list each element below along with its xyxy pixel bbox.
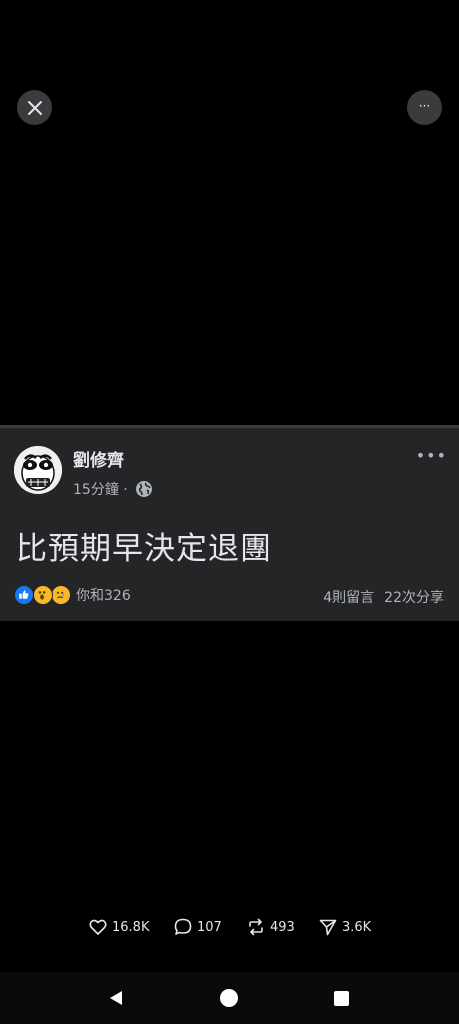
author-name[interactable]: 劉修齊: [73, 446, 124, 471]
globe-icon: [135, 481, 152, 497]
reactions-count: 你和326: [76, 588, 131, 604]
sad-reaction-icon: [51, 585, 71, 605]
system-nav-bar: [0, 972, 459, 1024]
more-icon: ···: [418, 98, 431, 113]
more-options-button[interactable]: ···: [407, 90, 442, 125]
reactions-summary[interactable]: 你和326: [14, 585, 131, 605]
comment-icon: [174, 918, 192, 935]
comment-count: 107: [197, 919, 222, 935]
back-button[interactable]: [104, 986, 128, 1010]
avatar-image: [14, 446, 62, 494]
send-button[interactable]: 3.6K: [318, 917, 371, 937]
home-circle-icon: [220, 989, 238, 1007]
action-bar: 16.8K 107 493 3.6K: [0, 917, 459, 941]
repost-icon: [249, 918, 263, 936]
repost-button[interactable]: 493: [246, 917, 295, 937]
recent-apps-button[interactable]: [329, 986, 353, 1010]
recent-square-icon: [333, 990, 349, 1006]
post-time: 15分鐘 ·: [73, 482, 128, 498]
post-text: 比預期早決定退團: [16, 531, 272, 567]
avatar[interactable]: [14, 446, 62, 494]
like-reaction-icon: [14, 585, 34, 605]
post-meta: 15分鐘 ·: [73, 479, 153, 499]
like-count: 16.8K: [112, 919, 150, 935]
comments-count[interactable]: 4則留言: [323, 587, 374, 607]
comment-button[interactable]: 107: [173, 917, 222, 937]
send-count: 3.6K: [342, 919, 372, 935]
close-icon: [27, 100, 42, 115]
back-triangle-icon: [110, 991, 122, 1005]
repost-count: 493: [270, 919, 295, 935]
post-card: 劉修齊 15分鐘 · ••• 比預期早決定退團 你和326 4則留言 22次分享: [0, 425, 459, 621]
send-icon: [319, 919, 337, 936]
post-more-icon[interactable]: •••: [416, 448, 447, 464]
home-button[interactable]: [217, 986, 241, 1010]
like-button[interactable]: 16.8K: [88, 917, 149, 937]
heart-icon: [89, 919, 107, 935]
shares-count[interactable]: 22次分享: [384, 587, 444, 607]
wow-reaction-icon: [33, 585, 53, 605]
post-stats: 4則留言 22次分享: [323, 587, 444, 607]
close-button[interactable]: [17, 90, 52, 125]
reaction-icons: [14, 585, 72, 605]
